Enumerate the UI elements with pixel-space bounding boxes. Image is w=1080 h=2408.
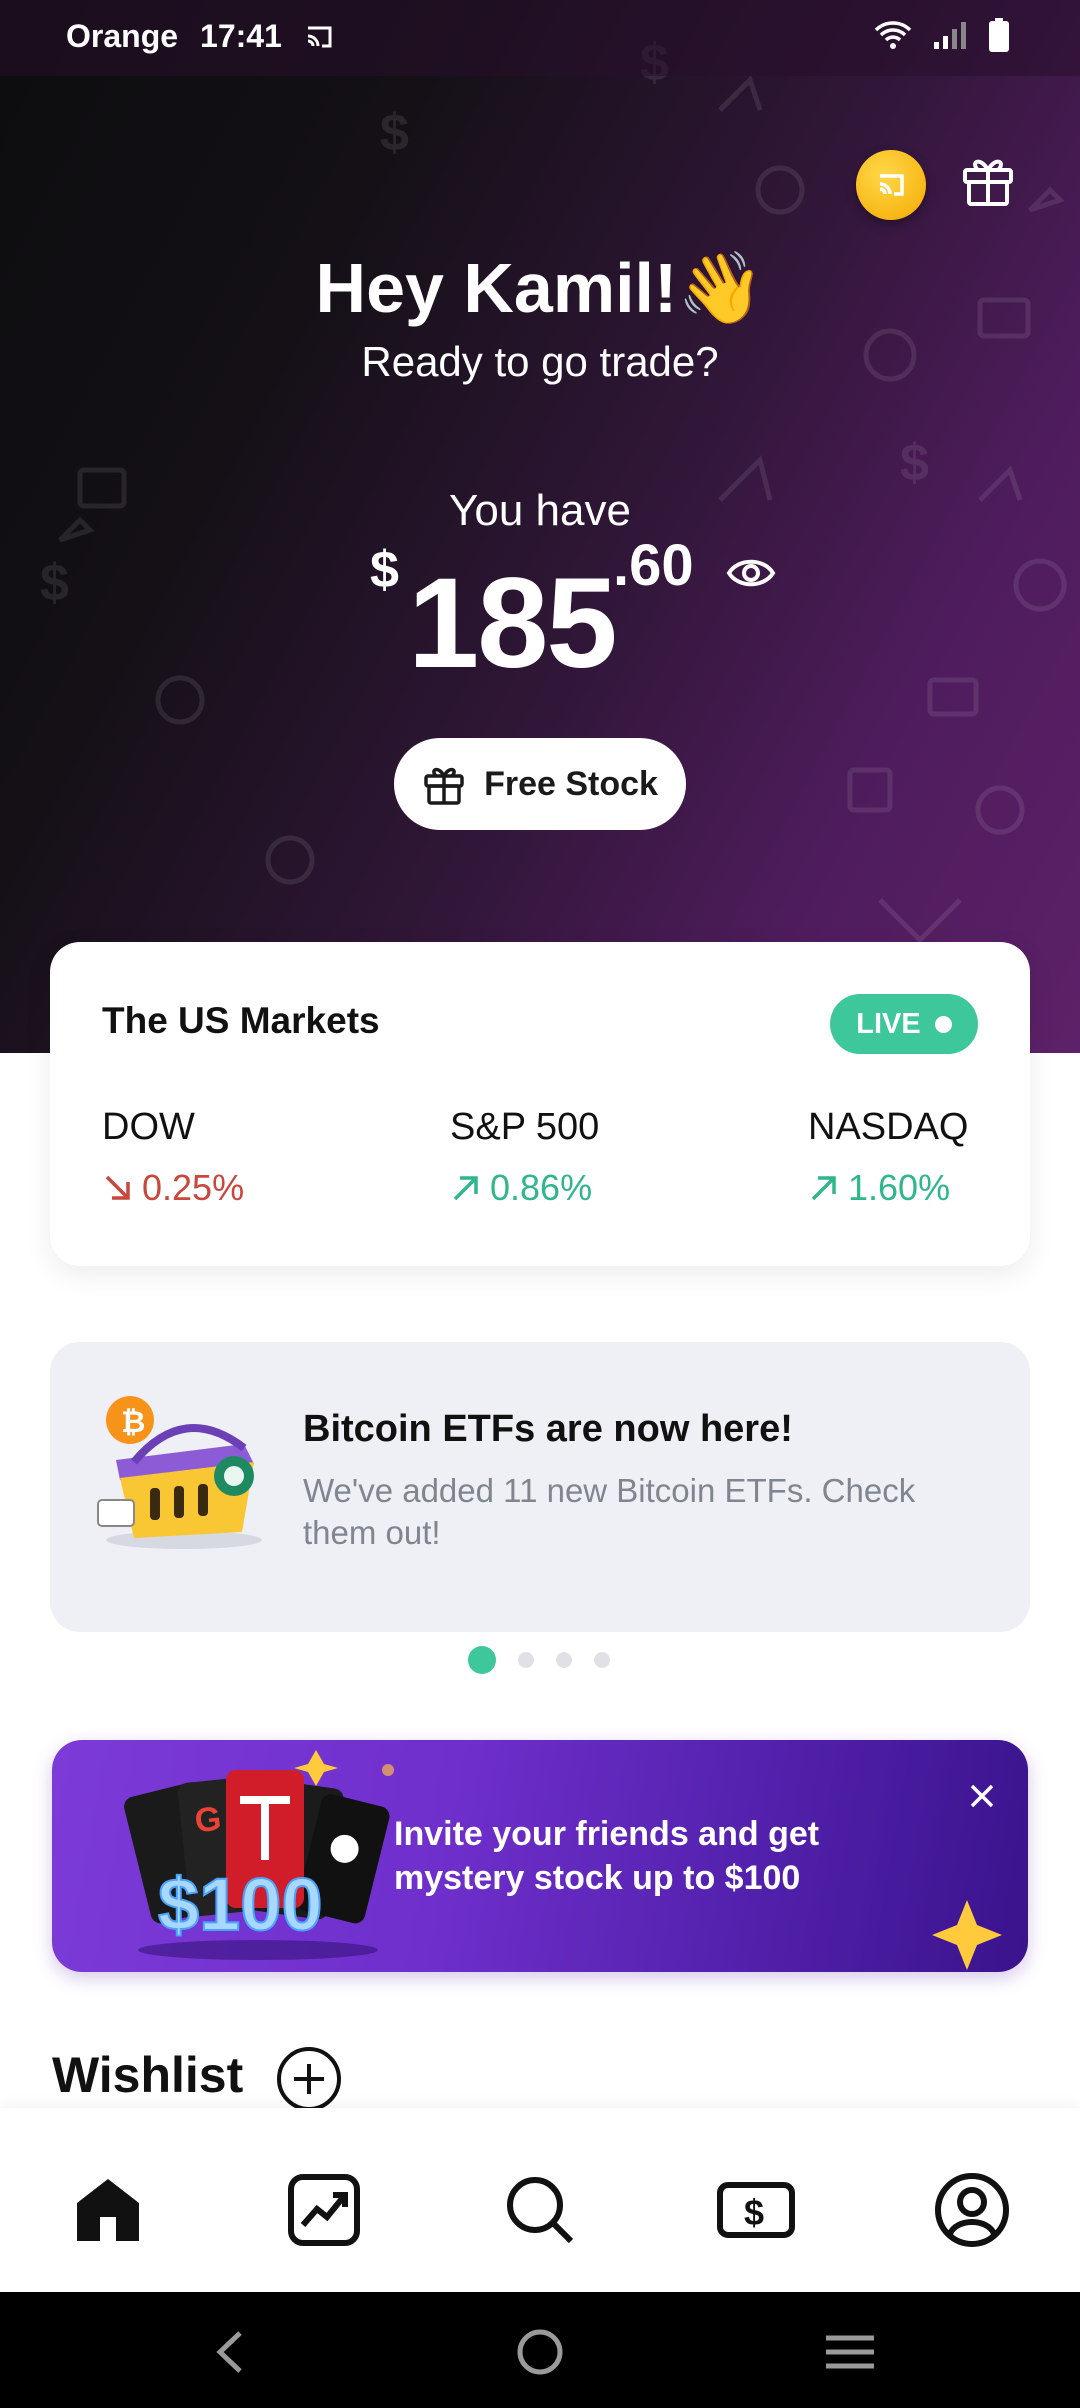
cash-icon: $ — [717, 2182, 795, 2238]
bitcoin-basket-icon: ₿ — [97, 1396, 262, 1549]
portfolio-chart-icon — [288, 2174, 360, 2246]
arrow-up-right-icon — [453, 1176, 478, 1201]
index-change: 1.60% — [848, 1167, 951, 1208]
recents-icon — [826, 2335, 874, 2369]
invite-text: Invite your friends and get mystery stoc… — [394, 1815, 820, 1897]
index-change: 0.25% — [142, 1167, 245, 1208]
index-name: S&P 500 — [450, 1106, 600, 1148]
close-icon — [970, 1784, 994, 1808]
balance-label: You have — [449, 486, 631, 535]
live-label: LIVE — [856, 1007, 921, 1040]
nav-cash[interactable]: $ — [716, 2170, 796, 2250]
index-sp500[interactable]: S&P 500 0.86% — [450, 1106, 599, 1209]
news-carousel-card[interactable]: ₿ Bitcoin ETFs are now here! We've added… — [50, 1342, 1030, 1632]
bottom-navigation: $ — [0, 2108, 1080, 2292]
balance-decimal: .60 — [613, 533, 694, 598]
news-title: Bitcoin ETFs are now here! — [303, 1408, 793, 1450]
free-stock-label: Free Stock — [484, 764, 658, 803]
stock-cards-illustration: G a $100 — [124, 1750, 394, 1960]
signal-icon — [934, 22, 966, 49]
nav-portfolio[interactable] — [284, 2170, 364, 2250]
balance-integer: 185 — [408, 552, 618, 695]
carousel-pagination — [468, 1646, 610, 1674]
rewards-coin-button[interactable] — [856, 150, 926, 220]
status-bar: Orange 17:41 — [0, 0, 1080, 76]
back-icon — [216, 2331, 242, 2373]
carousel-dot[interactable] — [518, 1652, 534, 1668]
home-button[interactable] — [510, 2322, 570, 2382]
wifi-icon — [874, 21, 912, 49]
gift-icon — [424, 767, 464, 805]
balance-currency: $ — [370, 541, 399, 599]
nav-profile[interactable] — [932, 2170, 1012, 2250]
carousel-dot-active[interactable] — [468, 1646, 496, 1674]
recents-button[interactable] — [820, 2322, 880, 2382]
index-name: DOW — [102, 1106, 195, 1148]
svg-text:G: G — [193, 1800, 223, 1841]
free-stock-button[interactable]: Free Stock — [394, 738, 686, 830]
carrier-label: Orange — [66, 18, 179, 54]
invite-amount-art: $100 — [158, 1863, 323, 1946]
live-badge: LIVE — [830, 994, 978, 1054]
profile-icon — [935, 2173, 1009, 2247]
index-change: 0.86% — [490, 1167, 593, 1208]
nav-search[interactable] — [500, 2170, 580, 2250]
add-wishlist-icon[interactable] — [276, 2046, 342, 2112]
carousel-dot[interactable] — [556, 1652, 572, 1668]
search-icon — [507, 2177, 574, 2244]
battery-icon — [989, 18, 1009, 52]
index-dow[interactable]: DOW 0.25% — [102, 1106, 244, 1209]
nav-home[interactable] — [68, 2170, 148, 2250]
home-icon — [77, 2179, 139, 2241]
cast-icon — [307, 26, 332, 47]
index-nasdaq[interactable]: NASDAQ 1.60% — [808, 1106, 968, 1209]
gift-button[interactable] — [956, 148, 1020, 212]
home-circle-icon — [517, 2329, 563, 2375]
invite-friends-banner[interactable]: G a $100 Invite your friends and get mys… — [52, 1740, 1028, 1972]
eye-icon[interactable] — [726, 552, 776, 594]
live-dot-icon — [934, 1015, 952, 1033]
carousel-dot[interactable] — [594, 1652, 610, 1668]
us-markets-card[interactable]: The US Markets LIVE DOW 0.25% S&P 500 0.… — [50, 942, 1030, 1266]
svg-text:$: $ — [744, 2192, 764, 2233]
svg-text:$: $ — [40, 554, 69, 612]
wishlist-title: Wishlist — [52, 2047, 244, 2103]
clock: 17:41 — [200, 18, 282, 54]
coin-icon — [879, 174, 904, 196]
hero-section: $ $ $ $ Orange 17:41 — [0, 0, 1080, 1053]
markets-title: The US Markets — [102, 1000, 380, 1041]
greeting-subtitle: Ready to go trade? — [361, 338, 719, 385]
close-button[interactable] — [962, 1776, 1002, 1816]
svg-text:$: $ — [900, 434, 929, 492]
back-button[interactable] — [200, 2322, 260, 2382]
arrow-down-right-icon — [105, 1175, 130, 1200]
arrow-up-right-icon — [811, 1176, 836, 1201]
news-body: We've added 11 new Bitcoin ETFs. Check t… — [303, 1472, 916, 1551]
sparkle-icon — [932, 1900, 1002, 1970]
greeting-title: Hey Kamil!👋 — [315, 249, 765, 327]
svg-text:$: $ — [380, 104, 409, 162]
gift-icon — [963, 159, 1013, 206]
system-navigation-bar — [0, 2292, 1080, 2408]
svg-text:₿: ₿ — [121, 1406, 145, 1439]
index-name: NASDAQ — [808, 1106, 969, 1148]
